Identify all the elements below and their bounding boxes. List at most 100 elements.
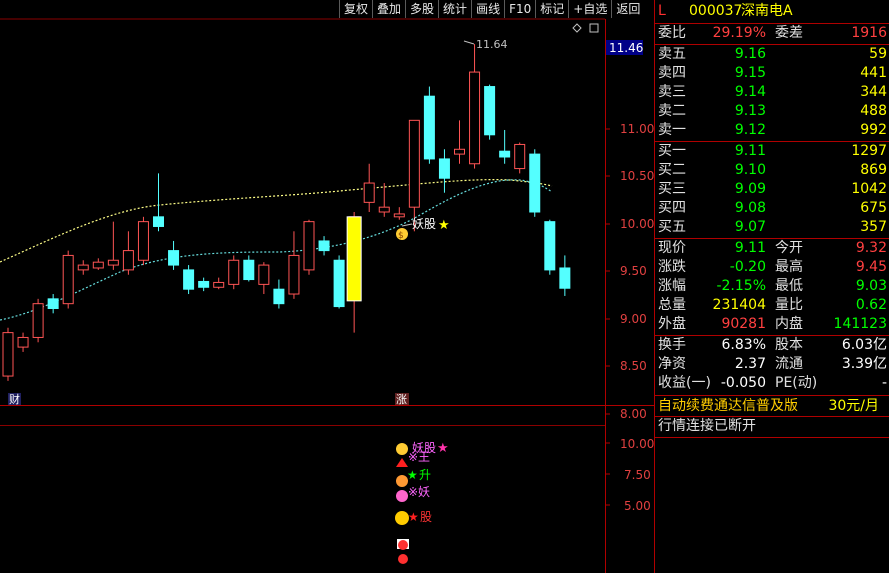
stat-label: 总量: [658, 297, 686, 313]
candle-up[interactable]: [258, 264, 270, 285]
candle-down[interactable]: [499, 150, 511, 158]
diamond-icon[interactable]: [572, 23, 582, 33]
candle-down[interactable]: [333, 259, 345, 308]
money-bag-icon: [396, 443, 408, 455]
bid-row[interactable]: 买二 9.10 869: [655, 161, 889, 180]
stat-value: 231404: [712, 297, 766, 313]
star-icon: ★: [438, 218, 450, 233]
bid-row[interactable]: 买一 9.11 1297: [655, 142, 889, 161]
candle-down[interactable]: [544, 221, 556, 271]
candle-up[interactable]: [107, 259, 119, 266]
indicator-tick: 7.50: [624, 468, 651, 482]
star-icon: ★: [407, 468, 418, 482]
ask-volume: 344: [860, 84, 887, 100]
candle-up[interactable]: [137, 221, 149, 261]
renewal-ad-text[interactable]: 自动续费通达信普及版: [658, 397, 798, 416]
stat-value: -: [881, 375, 887, 391]
candle-up[interactable]: [77, 264, 89, 271]
price-tick: 8.00: [620, 407, 647, 421]
candle-up[interactable]: [363, 182, 375, 203]
candle-up[interactable]: [454, 148, 465, 155]
ask-row[interactable]: 卖三 9.14 344: [655, 83, 889, 102]
window-toggle-icon[interactable]: [589, 23, 599, 33]
bid-price: 9.08: [734, 200, 766, 216]
event-marker-zhang[interactable]: 涨: [396, 393, 407, 406]
candle-down[interactable]: [168, 250, 180, 266]
candle-up[interactable]: [469, 71, 481, 165]
candle-up[interactable]: [92, 261, 104, 269]
candle-down[interactable]: [484, 86, 496, 136]
candle-up[interactable]: [288, 254, 300, 295]
face-icon: [396, 490, 408, 502]
bid-row[interactable]: 买四 9.08 675: [655, 199, 889, 218]
candle-up[interactable]: [17, 336, 29, 348]
candle-up[interactable]: [32, 303, 44, 338]
ask-row[interactable]: 卖一 9.12 992: [655, 121, 889, 140]
indicator-label-d: ※妖: [408, 485, 430, 499]
candle-up[interactable]: [62, 254, 74, 305]
ball-icon: [398, 540, 408, 550]
price-tick: 9.00: [620, 312, 647, 326]
stat-label: 内盘: [775, 316, 803, 332]
candle-down[interactable]: [153, 216, 164, 227]
ask-volume: 441: [860, 65, 887, 81]
bid-volume: 357: [860, 219, 887, 235]
renewal-ad[interactable]: 自动续费通达信普及版 30元/月: [655, 397, 889, 416]
candle-up[interactable]: [393, 213, 405, 218]
stat-value: -0.050: [720, 375, 766, 391]
stock-code: 000037: [689, 3, 743, 19]
bid-label: 买一: [658, 143, 686, 159]
ask-row[interactable]: 卖五 9.16 59: [655, 45, 889, 64]
current-price-tag-label: 11.46: [609, 41, 643, 55]
price-tick: 9.50: [620, 264, 647, 278]
connection-status-text: 行情连接已断开: [658, 418, 756, 434]
ask-row[interactable]: 卖四 9.15 441: [655, 64, 889, 83]
candle-down[interactable]: [183, 269, 195, 290]
high-label: 11.64: [476, 38, 508, 51]
stat-value: 6.83%: [721, 337, 766, 353]
quote-panel: L 000037 深南电A 委比 29.19% 委差 1916 卖五 9.16 …: [654, 0, 889, 573]
ask-price: 9.13: [734, 103, 766, 119]
candle-up[interactable]: [514, 143, 526, 170]
candle-up[interactable]: [408, 119, 420, 208]
order-ratio-row: 委比 29.19% 委差 1916: [655, 24, 889, 43]
candle-down[interactable]: [47, 298, 59, 310]
indicator-tick: 10.00: [620, 437, 654, 451]
renewal-ad-price[interactable]: 30元/月: [828, 397, 879, 416]
ask-volume: 59: [869, 46, 887, 62]
ask-row[interactable]: 卖二 9.13 488: [655, 102, 889, 121]
bid-row[interactable]: 买五 9.07 357: [655, 218, 889, 237]
stat-value: 3.39亿: [841, 356, 887, 372]
highlighted-candle[interactable]: [346, 216, 362, 302]
stock-chart-app: 复权 叠加 多股 统计 画线 F10 标记 +自选 返回 11.00 10.50…: [0, 0, 889, 573]
signal-line: [401, 223, 413, 227]
event-marker-cai[interactable]: 财: [9, 392, 20, 406]
candle-down[interactable]: [438, 158, 450, 179]
candle-down[interactable]: [423, 95, 435, 160]
candle-up[interactable]: [303, 221, 315, 271]
stat-value: 9.03: [855, 278, 887, 294]
candle-up[interactable]: [228, 259, 240, 285]
ask-label: 卖四: [658, 65, 686, 81]
stat-label: 涨跌: [658, 259, 686, 275]
smile-icon: [395, 511, 409, 525]
candle-down[interactable]: [273, 288, 285, 305]
bid-label: 买五: [658, 219, 686, 235]
candle-down[interactable]: [529, 153, 541, 213]
candle-up[interactable]: [122, 250, 134, 271]
candle-up[interactable]: [378, 206, 390, 213]
candle-down[interactable]: [318, 240, 330, 252]
indicator-axis-ticks: 10.00 7.50 5.00: [605, 437, 654, 513]
candle-down[interactable]: [198, 280, 210, 288]
kline-chart[interactable]: 11.00 10.50 10.00 9.50 9.00 8.50 8.00 11…: [0, 0, 654, 573]
bid-volume: 1042: [851, 181, 887, 197]
ask-volume: 992: [860, 122, 887, 138]
price-tick: 10.50: [620, 169, 654, 183]
candle-up[interactable]: [213, 281, 225, 288]
candle-down[interactable]: [559, 267, 571, 289]
bid-label: 买四: [658, 200, 686, 216]
candle-up[interactable]: [2, 332, 14, 377]
candle-down[interactable]: [243, 259, 255, 281]
price-axis-ticks: 11.00 10.50 10.00 9.50 9.00 8.50 8.00: [620, 122, 654, 421]
bid-row[interactable]: 买三 9.09 1042: [655, 180, 889, 199]
